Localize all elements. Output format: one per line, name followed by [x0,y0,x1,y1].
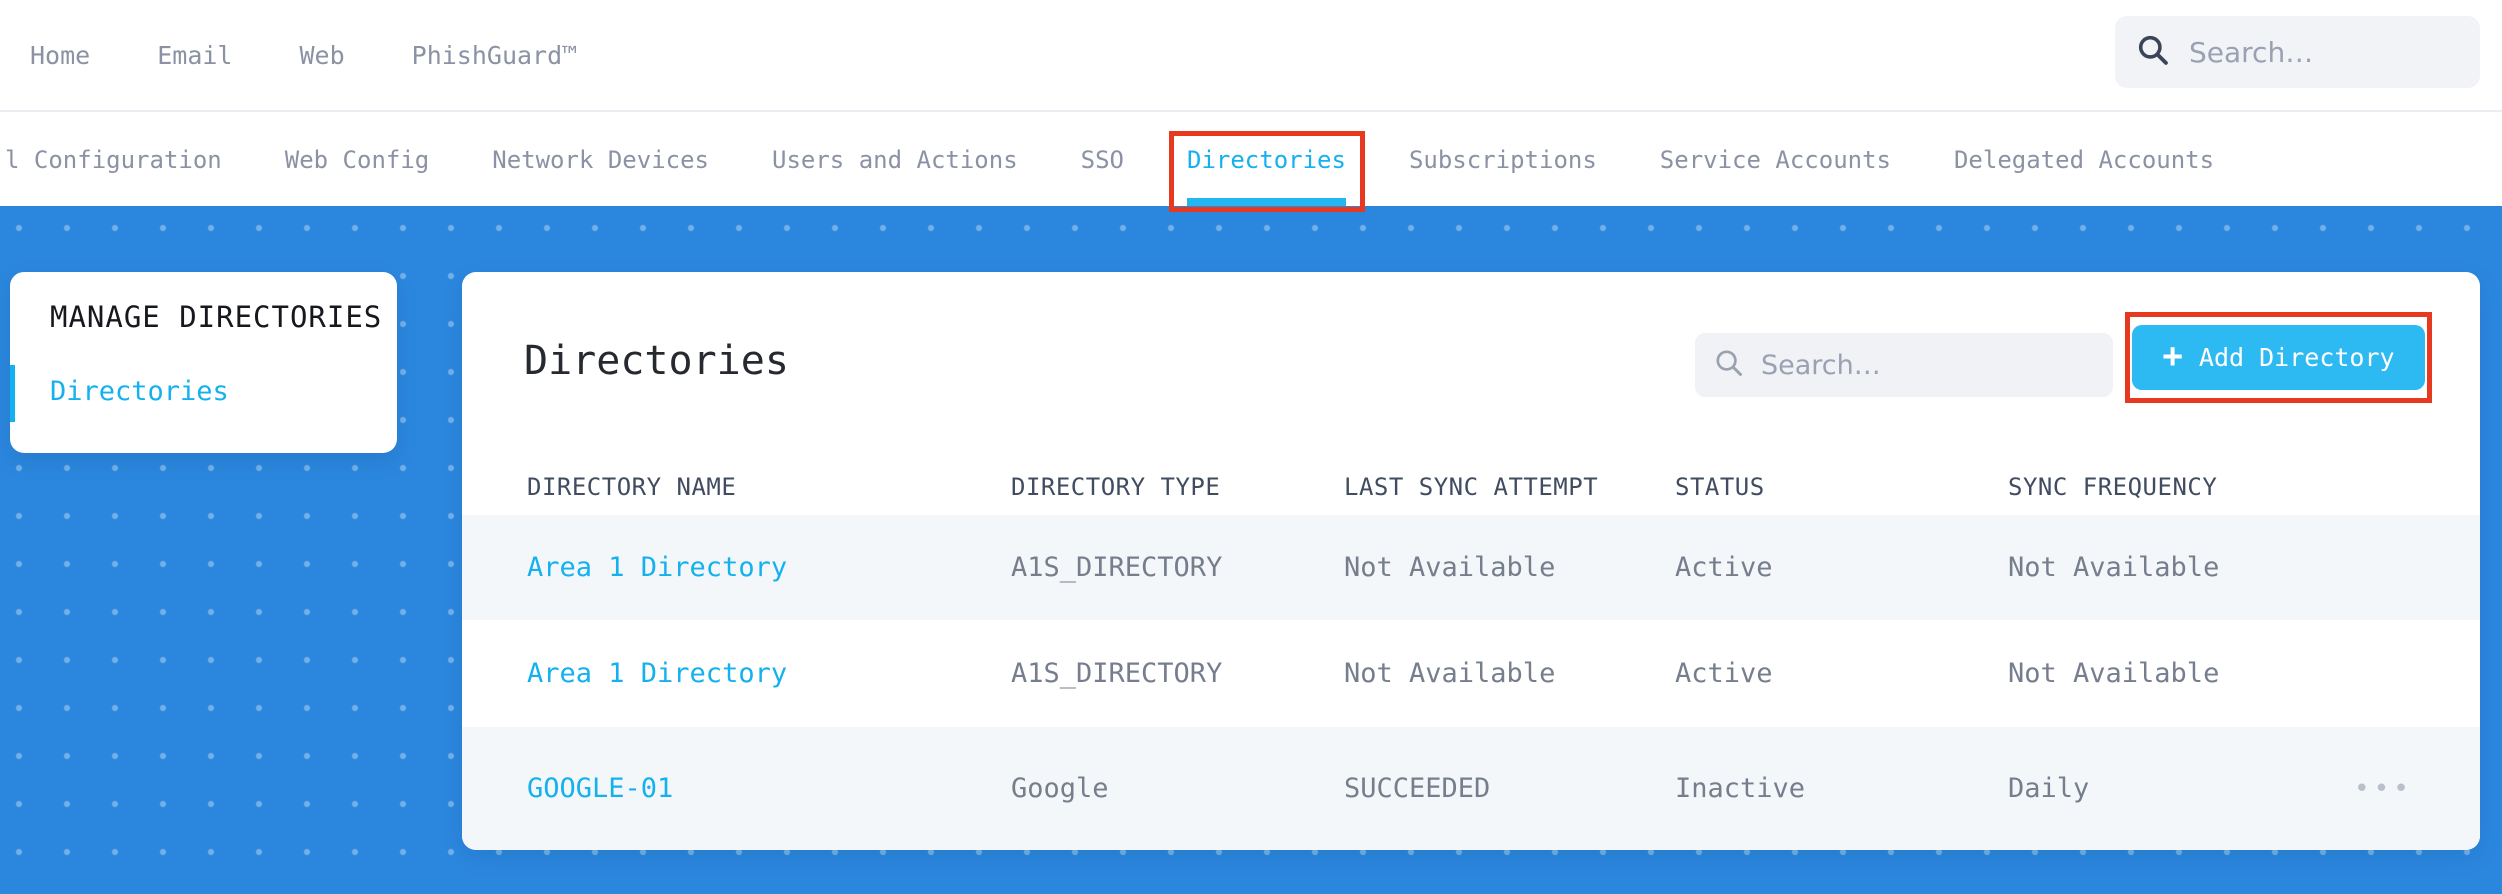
directories-table: DIRECTORY NAME DIRECTORY TYPE LAST SYNC … [462,458,2480,850]
sidebar-item-directories[interactable]: Directories [50,376,229,407]
top-nav: Home Email Web PhishGuard™ [0,0,2502,112]
active-tab-underline [1187,198,1346,206]
tab-delegated-accounts[interactable]: Delegated Accounts [1954,114,2214,206]
tab-network-devices[interactable]: Network Devices [492,114,709,206]
directory-name-link[interactable]: GOOGLE-01 [527,773,1011,804]
sync-frequency-cell: Not Available [2008,552,2220,583]
settings-tab-bar: l Configuration Web Config Network Devic… [0,114,2502,212]
ellipsis-menu-icon[interactable]: ••• [2354,776,2413,802]
table-row: Area 1 Directory A1S_DIRECTORY Not Avail… [462,620,2480,727]
status-cell: Active [1675,658,1773,689]
sidebar-title: MANAGE DIRECTORIES [50,300,383,334]
directory-name-link[interactable]: Area 1 Directory [527,552,1011,583]
tab-service-accounts[interactable]: Service Accounts [1660,114,1891,206]
col-sync-frequency: SYNC FREQUENCY [2008,472,2218,501]
sync-frequency-cell: Daily [2008,773,2090,804]
nav-item-phishguard[interactable]: PhishGuard™ [412,41,578,70]
status-cell: Inactive [1675,773,1806,804]
annotation-box-add-directory: + Add Directory [2125,312,2432,403]
workspace-background: MANAGE DIRECTORIES Directories Directori… [0,206,2502,894]
directory-type-cell: Google [1011,773,1109,804]
col-last-sync-attempt: LAST SYNC ATTEMPT [1344,472,1599,501]
add-directory-button[interactable]: + Add Directory [2132,325,2425,390]
sidebar-active-indicator [10,365,15,422]
plus-icon: + [2162,335,2183,376]
app-screen: Home Email Web PhishGuard™ l Configurati… [0,0,2502,894]
table-header-row: DIRECTORY NAME DIRECTORY TYPE LAST SYNC … [462,458,2480,515]
search-icon [1713,347,1745,383]
last-sync-cell: SUCCEEDED [1344,773,1491,804]
nav-item-email[interactable]: Email [157,41,232,70]
col-directory-name: DIRECTORY NAME [527,472,737,501]
page-title: Directories [524,338,789,384]
directories-panel: Directories + Add Directory DIRECTORY NA… [462,272,2480,850]
directory-type-cell: A1S_DIRECTORY [1011,658,1223,689]
tab-email-configuration-cut[interactable]: l Configuration [5,114,222,206]
directories-search-input[interactable] [1761,349,2095,381]
directory-type-cell: A1S_DIRECTORY [1011,552,1223,583]
last-sync-cell: Not Available [1344,658,1556,689]
tab-users-and-actions[interactable]: Users and Actions [772,114,1018,206]
status-cell: Active [1675,552,1773,583]
sidebar-card: MANAGE DIRECTORIES Directories [10,272,397,453]
nav-item-home[interactable]: Home [30,41,90,70]
search-icon [2135,32,2171,72]
tab-directories[interactable]: Directories [1169,114,1365,212]
tab-sso[interactable]: SSO [1081,114,1124,206]
top-nav-items: Home Email Web PhishGuard™ [0,41,577,70]
nav-item-web[interactable]: Web [299,41,344,70]
tab-subscriptions[interactable]: Subscriptions [1409,114,1597,206]
global-search-input[interactable] [2189,35,2460,69]
directory-name-link[interactable]: Area 1 Directory [527,658,1011,689]
table-row: GOOGLE-01 Google SUCCEEDED Inactive Dail… [462,727,2480,850]
directories-search[interactable] [1695,333,2113,397]
table-row: Area 1 Directory A1S_DIRECTORY Not Avail… [462,515,2480,620]
add-directory-label: Add Directory [2198,343,2395,372]
tab-web-config[interactable]: Web Config [285,114,430,206]
last-sync-cell: Not Available [1344,552,1556,583]
col-status: STATUS [1675,472,1765,501]
col-directory-type: DIRECTORY TYPE [1011,472,1221,501]
global-search[interactable] [2115,16,2480,88]
sync-frequency-cell: Not Available [2008,658,2220,689]
